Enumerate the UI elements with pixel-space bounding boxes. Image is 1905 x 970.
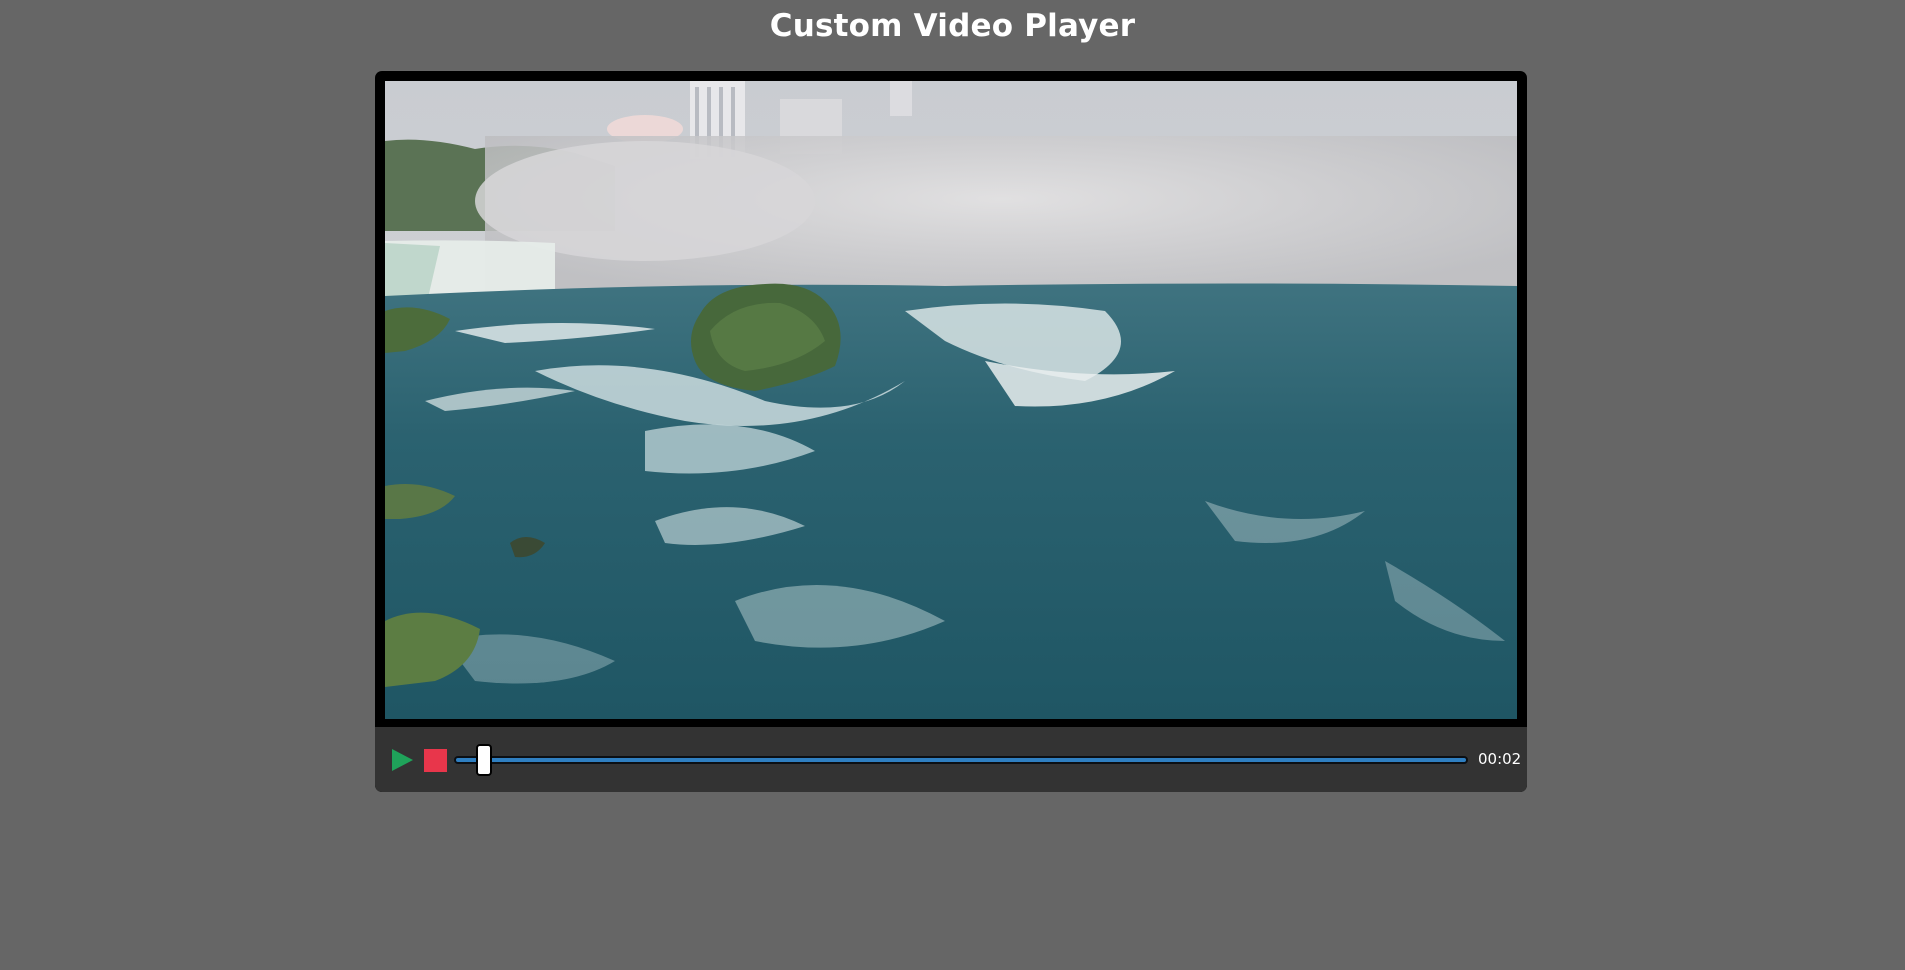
progress-bar[interactable]: [454, 744, 1468, 776]
play-icon: [392, 749, 413, 771]
video-player: 00:02: [375, 71, 1527, 792]
time-readout: 00:02: [1478, 750, 1522, 768]
video-screen[interactable]: [385, 81, 1517, 719]
progress-thumb[interactable]: [476, 744, 492, 776]
player-controls: 00:02: [375, 727, 1527, 792]
progress-track: [456, 758, 1466, 762]
page-title: Custom Video Player: [769, 8, 1136, 44]
stop-button[interactable]: [424, 749, 447, 772]
video-frame: [385, 81, 1517, 719]
play-button[interactable]: [390, 748, 414, 772]
